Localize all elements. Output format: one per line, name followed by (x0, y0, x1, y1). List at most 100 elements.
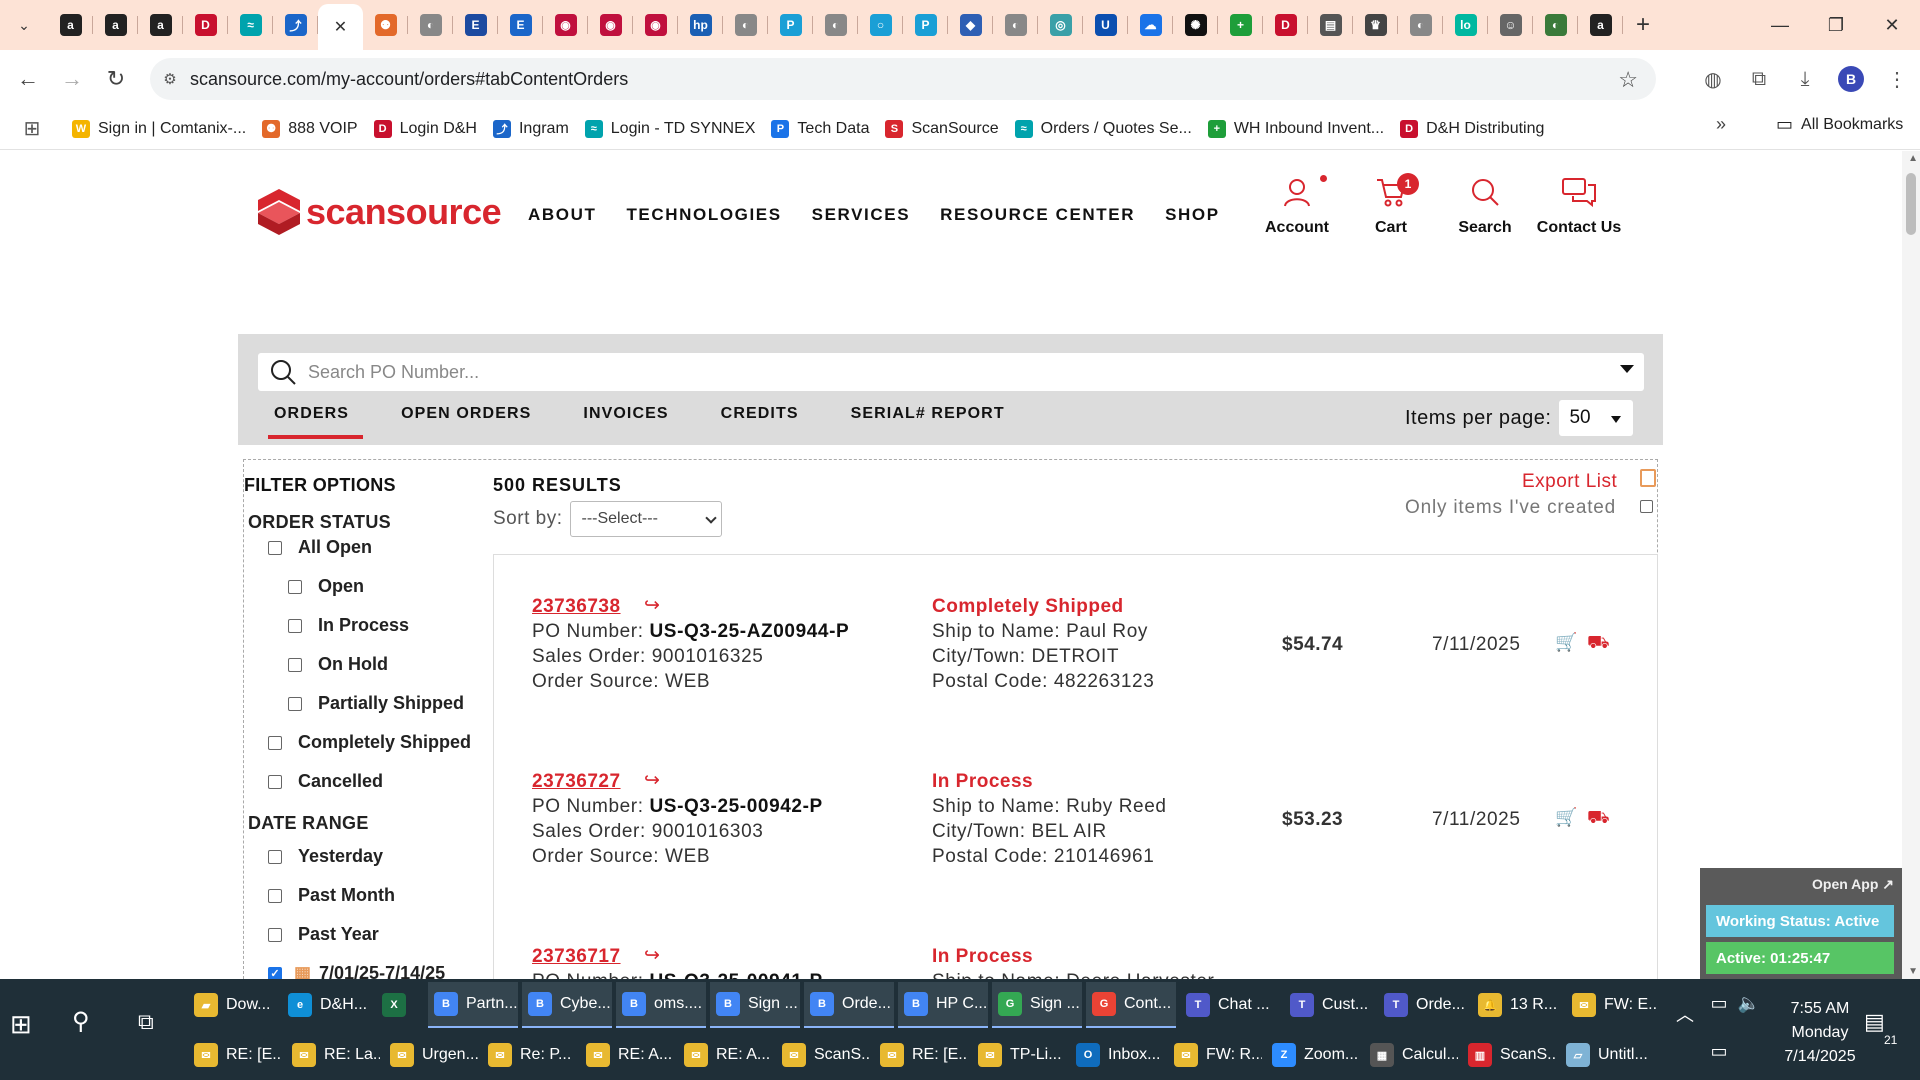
scroll-thumb[interactable] (1906, 173, 1916, 235)
browser-tab[interactable]: ◉ (633, 0, 678, 50)
bookmark-item[interactable]: ⚉ 888 VOIP (254, 114, 365, 144)
filter-checkbox[interactable] (268, 735, 282, 750)
date-filter-checkbox[interactable] (268, 888, 282, 903)
taskbar-app-chrome-icon[interactable]: B Orde... (804, 982, 894, 1028)
taskbar-app-excel-icon[interactable]: X (376, 982, 422, 1028)
forward-arrow-icon[interactable]: → (50, 57, 94, 101)
restore-icon[interactable]: ❐ (1808, 0, 1864, 50)
account-link[interactable]: Account (1250, 171, 1344, 237)
bookmark-item[interactable]: W Sign in | Comtanix-... (64, 114, 254, 144)
browser-tab[interactable]: ▤ (1308, 0, 1353, 50)
browser-tab[interactable]: ◆ (948, 0, 993, 50)
browser-tab[interactable]: ⤴ (273, 0, 318, 50)
notification-center-icon[interactable]: ▤ (1864, 1009, 1885, 1035)
browser-tab[interactable]: U (1083, 0, 1128, 50)
taskbar-app-chrome-icon[interactable]: B Partn... (428, 982, 518, 1028)
filter-on-hold[interactable]: On Hold (288, 654, 388, 675)
taskbar-app-notepad-icon[interactable]: ▱ Untitl... (1560, 1032, 1654, 1078)
nav-shop[interactable]: SHOP (1165, 205, 1220, 225)
filter-checkbox[interactable] (268, 540, 282, 555)
date-filter-checkbox[interactable]: ✓ (268, 966, 282, 979)
battery-icon[interactable]: ▭ (1704, 993, 1734, 1014)
filter-partially-shipped[interactable]: Partially Shipped (288, 693, 464, 714)
taskbar-app-outlook-icon[interactable]: O Inbox... (1070, 1032, 1164, 1078)
bookmark-item[interactable]: + WH Inbound Invent... (1200, 114, 1392, 144)
taskbar-app-mail-icon[interactable]: ✉ RE: A... (580, 1032, 674, 1078)
tray-overflow-chevron-icon[interactable]: ︿ (1676, 1001, 1694, 1027)
taskbar-app-teams-icon[interactable]: T Orde... (1378, 982, 1468, 1028)
contact-us-link[interactable]: Contact Us (1532, 171, 1626, 237)
browser-tab[interactable]: ≈ (228, 0, 273, 50)
scroll-down-arrow-icon[interactable]: ▼ (1908, 966, 1918, 977)
nav-resource-center[interactable]: RESOURCE CENTER (940, 205, 1135, 225)
browser-tab[interactable]: ♛ (1353, 0, 1398, 50)
browser-tab[interactable]: ○ (858, 0, 903, 50)
back-arrow-icon[interactable]: ← (6, 57, 50, 101)
taskbar-app-teams-icon[interactable]: T Chat ... (1180, 982, 1280, 1028)
browser-tab[interactable]: P (768, 0, 813, 50)
filter-checkbox[interactable] (288, 657, 302, 672)
share-arrow-icon[interactable]: ↪ (644, 769, 660, 792)
reload-icon[interactable]: ↻ (94, 57, 138, 101)
taskbar-search-icon[interactable]: ⚲ (72, 1007, 90, 1036)
page-scrollbar[interactable]: ▲ ▼ (1902, 151, 1920, 979)
browser-tab[interactable]: ◐ (1533, 0, 1578, 50)
taskbar-app-calculator-icon[interactable]: ▦ Calcul... (1364, 1032, 1458, 1078)
new-tab-plus-icon[interactable]: + (1623, 0, 1663, 50)
scroll-up-arrow-icon[interactable]: ▲ (1908, 153, 1918, 164)
taskbar-app-bell-icon[interactable]: 🔔 13 R... (1472, 982, 1562, 1028)
extensions-puzzle-icon[interactable]: ⧉ (1736, 56, 1782, 102)
bookmark-item[interactable]: ⤴ Ingram (485, 114, 577, 144)
browser-tab[interactable]: D (1263, 0, 1308, 50)
menu-kebab-icon[interactable]: ⋮ (1874, 56, 1920, 102)
date-filter-checkbox[interactable] (268, 927, 282, 942)
taskbar-app-mail-icon[interactable]: ✉ Urgen... (384, 1032, 478, 1078)
po-search-input[interactable]: Search PO Number... (258, 353, 1644, 391)
browser-tab[interactable]: lo (1443, 0, 1488, 50)
taskbar-app-chrome-icon[interactable]: B HP C... (898, 982, 988, 1028)
taskbar-app-mail-icon[interactable]: ✉ RE: La... (286, 1032, 380, 1078)
close-window-icon[interactable]: ✕ (1864, 0, 1920, 50)
filter-all-open[interactable]: All Open (268, 537, 372, 558)
browser-tab[interactable]: ◐ (993, 0, 1038, 50)
taskbar-app-zoom-icon[interactable]: Z Zoom... (1266, 1032, 1360, 1078)
bookmark-item[interactable]: P Tech Data (763, 114, 877, 144)
profile-avatar[interactable]: B (1838, 66, 1864, 92)
browser-tab[interactable]: ◉ (588, 0, 633, 50)
browser-tab[interactable]: a (138, 0, 183, 50)
taskbar-app-mail-icon[interactable]: ✉ Re: P... (482, 1032, 576, 1078)
filter-open[interactable]: Open (288, 576, 364, 597)
taskbar-app-teams-icon[interactable]: T Cust... (1284, 982, 1374, 1028)
windows-start-icon[interactable]: ⊞ (10, 1009, 32, 1040)
filter-checkbox[interactable] (268, 774, 282, 789)
search-link[interactable]: Search (1438, 171, 1532, 237)
taskbar-app-mail-icon[interactable]: ✉ TP-Li... (972, 1032, 1066, 1078)
browser-tab[interactable]: E (498, 0, 543, 50)
bookmark-item[interactable]: ≈ Login - TD SYNNEX (577, 114, 764, 144)
date-filter-1[interactable]: Past Month (268, 885, 395, 906)
order-number-link[interactable]: 23736727 (532, 771, 621, 793)
bookmark-item[interactable]: S ScanSource (877, 114, 1006, 144)
filter-checkbox[interactable] (288, 579, 302, 594)
task-view-icon[interactable]: ⧉ (138, 1009, 154, 1035)
taskbar-app-mail-icon[interactable]: ✉ RE: A... (678, 1032, 772, 1078)
bookmark-item[interactable]: D D&H Distributing (1392, 114, 1552, 144)
only-mine-checkbox[interactable] (1640, 500, 1653, 513)
minimize-icon[interactable]: — (1752, 0, 1808, 50)
date-filter-checkbox[interactable] (268, 849, 282, 864)
browser-tab[interactable]: a (1578, 0, 1623, 50)
taskbar-app-mail-icon[interactable]: ✉ FW: R... (1168, 1032, 1262, 1078)
tab-search-chevron-icon[interactable]: ⌄ (0, 0, 48, 50)
taskbar-app-chrome-icon[interactable]: G Cont... (1086, 982, 1176, 1028)
browser-tab[interactable]: ◐ (1398, 0, 1443, 50)
display-icon[interactable]: ▭ (1704, 1041, 1734, 1062)
browser-tab[interactable]: ◉ (543, 0, 588, 50)
tracking-truck-icon[interactable]: ⛟ (1587, 632, 1610, 656)
taskbar-app-chrome-icon[interactable]: Boms.... (616, 982, 706, 1028)
nav-technologies[interactable]: TECHNOLOGIES (626, 205, 781, 225)
nav-about[interactable]: ABOUT (528, 205, 596, 225)
tab-serial-report[interactable]: SERIAL# REPORT (851, 405, 1005, 439)
search-dropdown-caret-icon[interactable] (1620, 365, 1634, 373)
all-bookmarks-button[interactable]: ▭ All Bookmarks (1776, 114, 1903, 135)
taskbar-app-mail-icon[interactable]: ✉ FW: E... (1566, 982, 1656, 1028)
